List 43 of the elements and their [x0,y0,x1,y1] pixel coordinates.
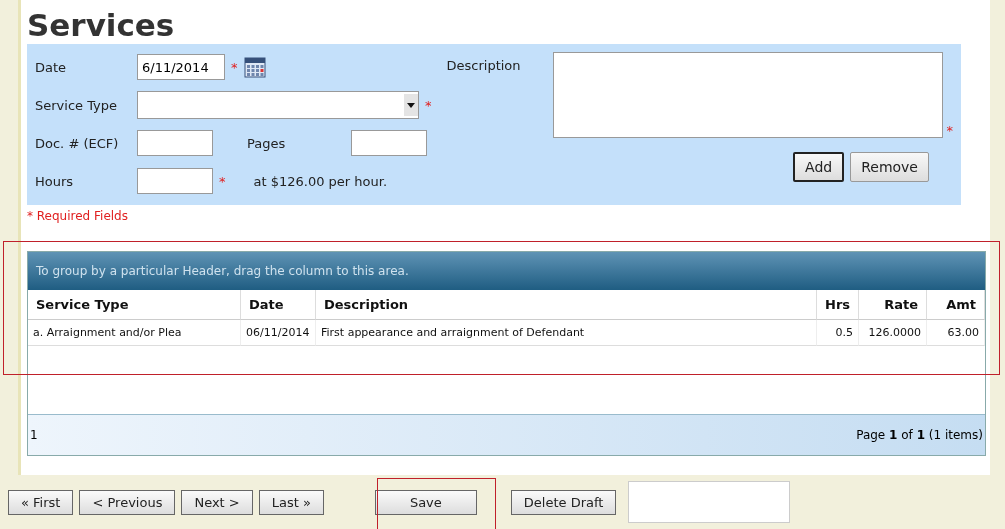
field-label: Service Type [35,97,119,113]
required-asterisk: * [219,173,226,189]
item-count: 1 [30,428,38,442]
column-header[interactable]: Date [241,290,316,320]
hours-field[interactable] [137,168,213,194]
pages-field[interactable] [351,130,427,156]
table-cell: 126.0000 [859,320,927,346]
date-field[interactable]: 6/11/2014 [137,54,225,80]
table-cell: First appearance and arraignment of Defendant [316,320,817,346]
table-cell: a. Arraignment and/or Plea [28,320,241,346]
pager-info: Page 1 of 1 (1 items) [856,428,983,442]
pager-button[interactable]: Next > [181,489,253,515]
required-fields-note: * Required Fields [27,209,129,225]
page-title: Services [27,6,176,44]
column-header[interactable]: Rate [859,290,927,320]
rate-note: at $126.00 per hour. [253,173,388,189]
column-header[interactable]: Description [316,290,817,320]
description-field[interactable] [552,52,943,138]
doc-number-field[interactable] [137,130,213,156]
table-cell: 06/11/2014 [241,320,316,346]
field-label: Date [35,59,68,75]
form-button[interactable]: Add [793,152,845,182]
required-asterisk: * [425,97,432,113]
service-type-dropdown[interactable] [137,91,419,119]
pager-button[interactable]: Last » [258,489,324,515]
field-label: Hours [35,173,75,189]
table-cell: 63.00 [927,320,985,346]
field-label: Pages [247,135,287,151]
field-label: Doc. # (ECF) [35,135,120,151]
column-header[interactable]: Hrs [817,290,859,320]
delete-draft-button[interactable]: Delete Draft [510,489,617,515]
save-button[interactable]: Save [374,489,477,515]
pager-button[interactable]: < Previous [79,489,176,515]
group-panel: To group by a particular Header, drag the column to this area. [28,252,985,290]
calendar-icon[interactable] [243,56,266,78]
form-button[interactable]: Remove [850,152,929,182]
column-header[interactable]: Service Type [28,290,241,320]
required-asterisk: * [231,59,238,75]
pager-button[interactable]: « First [8,489,74,515]
required-asterisk: * [946,123,953,138]
table-cell: 0.5 [817,320,859,346]
caret-icon [404,94,418,116]
column-header[interactable]: Amt [927,290,985,320]
